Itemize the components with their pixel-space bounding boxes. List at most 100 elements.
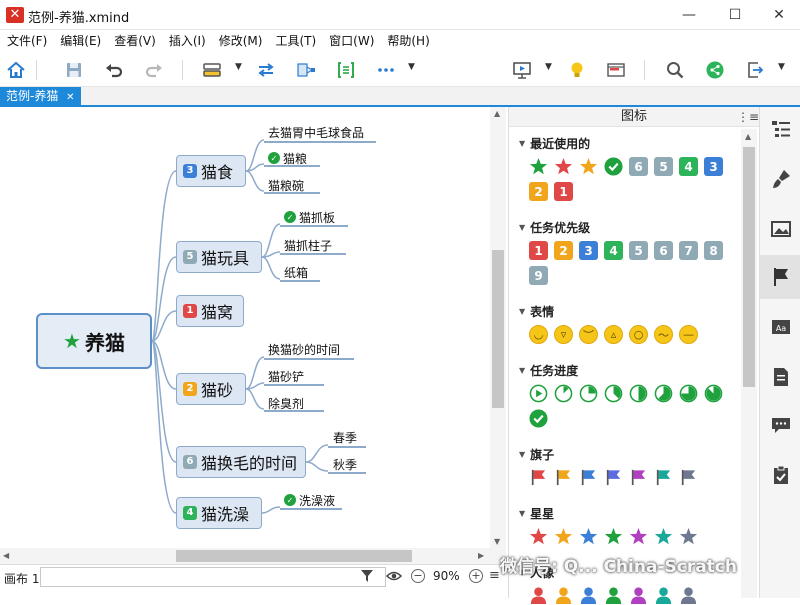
progress-icon[interactable] — [629, 384, 648, 403]
person-icon[interactable] — [629, 586, 648, 605]
subtopic[interactable]: ✓ 猫粮 — [268, 150, 307, 166]
priority-6-icon[interactable]: 6 — [654, 241, 673, 260]
subtopic[interactable]: 去猫胃中毛球食品 — [268, 124, 364, 140]
flag-icon[interactable] — [654, 468, 673, 487]
chevron-down-icon[interactable]: ▼ — [408, 62, 415, 72]
smile-icon[interactable]: ◡ — [529, 325, 548, 344]
neutral-icon[interactable]: — — [679, 325, 698, 344]
subtopic[interactable]: ✓ 洗澡液 — [284, 492, 335, 508]
sheet-name[interactable]: 画布 1 — [4, 570, 39, 587]
menu-tools[interactable]: 工具(T) — [269, 31, 322, 51]
gantt-icon[interactable] — [604, 58, 628, 82]
progress-icon[interactable] — [579, 384, 598, 403]
central-topic[interactable]: ★ 养猫 — [36, 313, 152, 369]
mindmap-canvas[interactable]: ★ 养猫 3 猫食 去猫胃中毛球食品 ✓ 猫粮 猫粮碗 5 猫玩具 ✓ 猫抓板 … — [0, 107, 506, 550]
collapse-icon[interactable]: ▼ — [519, 223, 525, 232]
subtopic[interactable]: 纸箱 — [284, 264, 308, 280]
menu-insert[interactable]: 插入(I) — [163, 31, 212, 51]
task-info-icon[interactable] — [760, 453, 800, 497]
star-icon[interactable] — [679, 527, 698, 546]
close-icon[interactable]: ✕ — [66, 92, 74, 103]
priority-4-icon[interactable]: 4 — [679, 157, 698, 176]
sleepy-icon[interactable]: ～ — [654, 325, 673, 344]
laugh-icon[interactable]: ▿ — [554, 325, 573, 344]
priority-2-icon[interactable]: 2 — [554, 241, 573, 260]
star-icon[interactable] — [629, 527, 648, 546]
collapse-icon[interactable]: ▼ — [519, 509, 525, 518]
share-icon[interactable] — [703, 58, 727, 82]
sheet-selector-field[interactable] — [40, 567, 386, 587]
star-icon[interactable] — [529, 527, 548, 546]
flag-icon[interactable] — [760, 255, 800, 299]
angry-icon[interactable]: ︶ — [579, 325, 598, 344]
summary-icon[interactable] — [294, 58, 318, 82]
progress-icon[interactable] — [604, 384, 623, 403]
star-icon[interactable] — [554, 527, 573, 546]
subtopic[interactable]: 春季 — [333, 429, 357, 445]
subtopic[interactable]: ✓ 猫抓板 — [284, 209, 335, 225]
brainstorm-bulb-icon[interactable] — [565, 58, 589, 82]
scroll-up-icon[interactable]: ▲ — [494, 109, 500, 118]
progress-icon[interactable] — [654, 384, 673, 403]
menu-file[interactable]: 文件(F) — [1, 31, 53, 51]
priority-5-icon[interactable]: 5 — [629, 241, 648, 260]
relationship-icon[interactable] — [254, 58, 278, 82]
icon-section-title[interactable]: ▼ 旗子 — [519, 446, 554, 463]
filter-icon[interactable] — [360, 569, 374, 586]
person-icon[interactable] — [529, 586, 548, 605]
icon-section-title[interactable]: ▼ 表情 — [519, 303, 554, 320]
scroll-left-icon[interactable]: ◀ — [3, 551, 9, 560]
more-icon[interactable] — [374, 58, 398, 82]
flag-icon[interactable] — [529, 468, 548, 487]
chevron-down-icon[interactable]: ▼ — [778, 62, 785, 72]
star-icon[interactable] — [554, 157, 573, 176]
person-icon[interactable] — [679, 586, 698, 605]
menu-modify[interactable]: 修改(M) — [213, 31, 269, 51]
priority-1-icon[interactable]: 1 — [554, 182, 573, 201]
priority-1-icon[interactable]: 1 — [529, 241, 548, 260]
collapse-icon[interactable]: ▼ — [519, 307, 525, 316]
priority-4-icon[interactable]: 4 — [604, 241, 623, 260]
chevron-down-icon[interactable]: ▼ — [545, 62, 552, 72]
subtopic[interactable]: 换猫砂的时间 — [268, 341, 340, 357]
person-icon[interactable] — [604, 586, 623, 605]
flag-icon[interactable] — [629, 468, 648, 487]
priority-3-icon[interactable]: 3 — [704, 157, 723, 176]
star-icon[interactable] — [654, 527, 673, 546]
zoom-out-button[interactable]: − — [411, 569, 425, 583]
check-icon[interactable] — [604, 157, 623, 176]
topic-shedding-time[interactable]: 6 猫换毛的时间 — [176, 446, 306, 478]
subtopic[interactable]: 秋季 — [333, 456, 357, 472]
chevron-down-icon[interactable]: ▼ — [235, 62, 242, 72]
menu-help[interactable]: 帮助(H) — [381, 31, 435, 51]
priority-6-icon[interactable]: 6 — [629, 157, 648, 176]
progress-icon[interactable] — [554, 384, 573, 403]
topic-style-icon[interactable] — [200, 58, 224, 82]
person-icon[interactable] — [579, 586, 598, 605]
priority-3-icon[interactable]: 3 — [579, 241, 598, 260]
menu-view[interactable]: 查看(V) — [108, 31, 162, 51]
flag-icon[interactable] — [604, 468, 623, 487]
star-icon[interactable] — [579, 157, 598, 176]
scroll-up-icon[interactable]: ▲ — [745, 132, 751, 141]
progress-icon[interactable] — [704, 384, 723, 403]
save-icon[interactable] — [62, 58, 86, 82]
progress-icon[interactable] — [679, 384, 698, 403]
scroll-down-icon[interactable]: ▼ — [494, 537, 500, 546]
star-icon[interactable] — [529, 157, 548, 176]
collapse-icon[interactable]: ▼ — [519, 366, 525, 375]
menu-window[interactable]: 窗口(W) — [323, 31, 380, 51]
icon-section-title[interactable]: ▼ 星星 — [519, 505, 554, 522]
notes-icon[interactable] — [760, 355, 800, 399]
collapse-icon[interactable]: ▼ — [519, 450, 525, 459]
tab-document[interactable]: 范例-养猫 ✕ — [0, 87, 81, 105]
flag-icon[interactable] — [579, 468, 598, 487]
icon-section-title[interactable]: ▼ 任务进度 — [519, 362, 578, 379]
redo-icon[interactable] — [142, 58, 166, 82]
more-options-icon[interactable]: ≡ — [489, 568, 500, 583]
topic-cat-food[interactable]: 3 猫食 — [176, 155, 246, 187]
subtopic[interactable]: 除臭剂 — [268, 395, 304, 411]
star-icon[interactable] — [579, 527, 598, 546]
vertical-scroll-thumb[interactable] — [492, 250, 504, 408]
undo-icon[interactable] — [102, 58, 126, 82]
